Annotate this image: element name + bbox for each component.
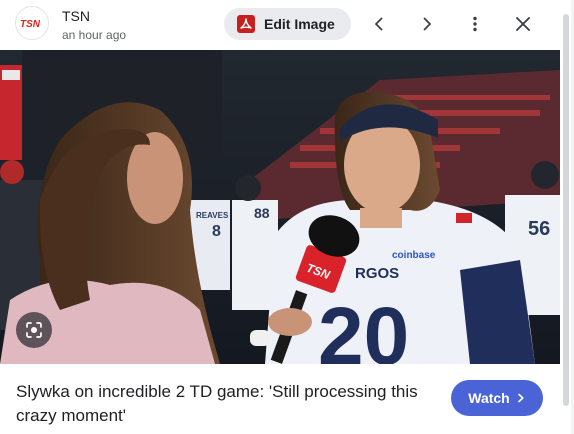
close-button[interactable] xyxy=(509,10,537,38)
next-button[interactable] xyxy=(413,10,441,38)
viewer-header: TSN TSN an hour ago Edit Image xyxy=(0,0,574,50)
interview-photo: REAVES 8 88 56 coinbase RGOS 20 TSN xyxy=(0,50,560,364)
image-caption[interactable]: Slywka on incredible 2 TD game: 'Still p… xyxy=(16,380,436,428)
watch-label: Watch xyxy=(468,390,510,406)
google-lens-button[interactable] xyxy=(16,312,52,348)
bg-jersey-number-1: 8 xyxy=(212,223,221,240)
tsn-logo-text: TSN xyxy=(20,19,41,29)
google-lens-icon xyxy=(26,322,42,338)
scrollbar-thumb[interactable] xyxy=(563,14,569,406)
close-icon xyxy=(516,17,530,31)
chevron-right-icon xyxy=(516,390,526,406)
chevron-left-icon xyxy=(375,17,383,31)
tsn-logo-icon: TSN xyxy=(20,19,41,29)
bg-jersey-number-3: 56 xyxy=(528,218,550,240)
edit-image-label: Edit Image xyxy=(264,16,335,32)
pdf-edit-icon xyxy=(236,14,256,34)
chevron-right-icon xyxy=(423,17,431,31)
watch-button[interactable]: Watch xyxy=(451,380,543,416)
jersey-number: 20 xyxy=(318,291,409,364)
tsn-logo[interactable]: TSN xyxy=(15,6,49,40)
timestamp: an hour ago xyxy=(62,28,127,42)
more-vert-icon xyxy=(473,16,477,32)
edit-image-button[interactable]: Edit Image xyxy=(224,8,351,40)
more-options-button[interactable] xyxy=(461,10,489,38)
main-image[interactable]: REAVES 8 88 56 coinbase RGOS 20 TSN xyxy=(0,50,560,364)
jersey-sponsor: coinbase xyxy=(392,250,436,261)
bg-jersey-number-2: 88 xyxy=(254,205,270,221)
bg-jersey-name: REAVES xyxy=(196,211,229,220)
prev-button[interactable] xyxy=(365,10,393,38)
jersey-team: RGOS xyxy=(355,265,399,282)
source-name[interactable]: TSN xyxy=(62,8,90,24)
